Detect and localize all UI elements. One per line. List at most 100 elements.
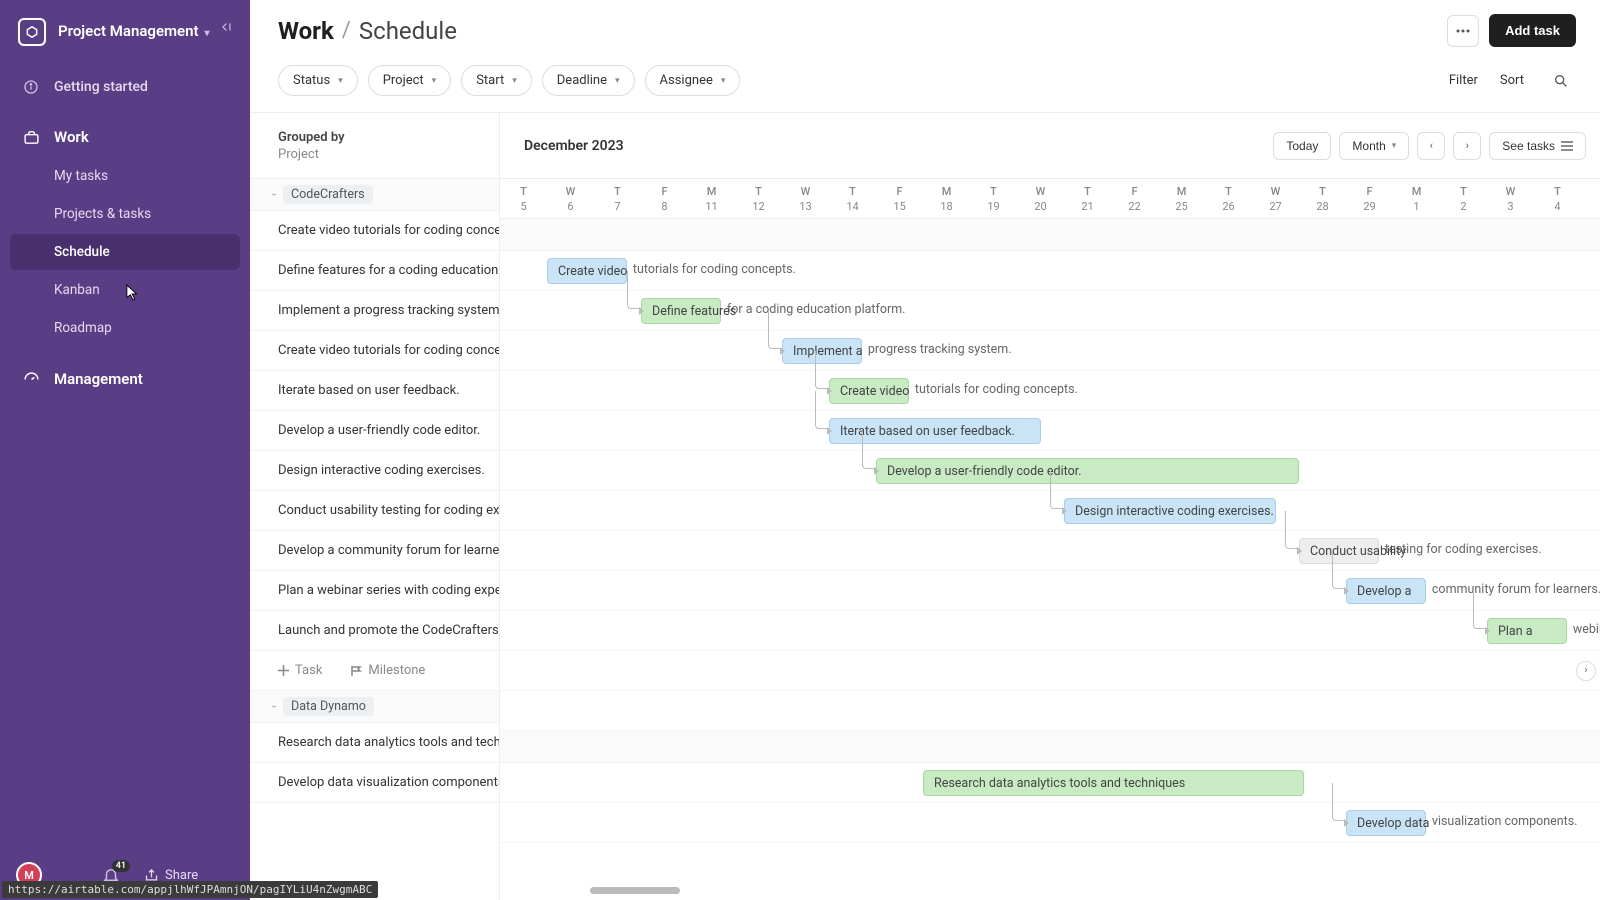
gantt-row: Research data analytics tools and techni… — [500, 763, 1600, 803]
gantt-bar[interactable]: Create video — [547, 258, 627, 284]
sort-button[interactable]: Sort — [1500, 73, 1524, 88]
sidebar-item-label: My tasks — [54, 168, 108, 184]
task-row[interactable]: Create video tutorials for coding concep… — [250, 211, 499, 251]
gantt-row: progress tracking system.Implement a — [500, 331, 1600, 371]
workspace-icon[interactable] — [18, 18, 46, 46]
sidebar-item-schedule[interactable]: Schedule — [10, 234, 240, 270]
gantt-row: Design interactive coding exercises. — [500, 491, 1600, 531]
gantt-row: › — [500, 651, 1600, 691]
chevron-down-icon: ▾ — [338, 76, 343, 86]
task-row[interactable]: Define features for a coding education p… — [250, 251, 499, 291]
task-row[interactable]: Create video tutorials for coding concep… — [250, 331, 499, 371]
chevron-down-icon: ▾ — [1392, 140, 1397, 151]
date-column: M25 — [1158, 179, 1205, 218]
sidebar-item-label: Work — [54, 128, 89, 146]
gantt-row: webinar series with coding experts.Plan … — [500, 611, 1600, 651]
month-label: December 2023 — [524, 138, 624, 154]
gantt-row: tutorials for coding concepts. Create vid… — [500, 251, 1600, 291]
chevron-down-icon: ▾ — [512, 76, 517, 86]
add-milestone-inline[interactable]: Milestone — [350, 663, 425, 678]
gantt-bar[interactable]: Develop a — [1346, 578, 1426, 604]
date-column: W3 — [1487, 179, 1534, 218]
filter-pill-project[interactable]: Project▾ — [368, 65, 452, 96]
search-button[interactable] — [1546, 66, 1576, 96]
dashboard-icon — [22, 370, 40, 388]
date-column: T5 — [500, 179, 547, 218]
chevron-down-icon: › — [268, 705, 279, 708]
grouped-by-value: Project — [278, 147, 499, 162]
gantt-bar-label: for a coding education platform. — [727, 302, 906, 320]
chevron-down-icon: ▾ — [721, 76, 726, 86]
filter-button[interactable]: Filter — [1449, 73, 1478, 88]
task-row[interactable]: Research data analytics tools and techni… — [250, 723, 499, 763]
date-column: T12 — [735, 179, 782, 218]
task-row[interactable]: Design interactive coding exercises. — [250, 451, 499, 491]
ellipsis-icon — [1456, 29, 1470, 33]
task-row[interactable]: Develop data visualization components. — [250, 763, 499, 803]
breadcrumb-root[interactable]: Work — [278, 17, 334, 45]
date-column: F22 — [1111, 179, 1158, 218]
gantt-bar[interactable]: Iterate based on user feedback. — [829, 418, 1041, 444]
gantt-bar[interactable]: Define features — [641, 298, 721, 324]
sidebar-item-roadmap[interactable]: Roadmap — [10, 310, 240, 346]
sidebar-item-getting-started[interactable]: Getting started — [10, 68, 240, 106]
add-task-inline[interactable]: Task — [278, 663, 322, 678]
gantt-bar-label: testing for coding exercises. — [1385, 542, 1542, 560]
prev-period-button[interactable]: ‹ — [1417, 132, 1445, 160]
sidebar-item-management[interactable]: Management — [10, 360, 240, 398]
briefcase-icon — [22, 128, 40, 146]
date-column: T14 — [829, 179, 876, 218]
chevron-down-icon: ▾ — [205, 28, 210, 39]
date-column: M18 — [923, 179, 970, 218]
collapse-sidebar-button[interactable] — [214, 14, 240, 40]
search-icon — [1553, 73, 1569, 89]
gantt-bar[interactable]: Develop data — [1346, 810, 1426, 836]
group-by-selector[interactable]: Grouped by Project — [250, 113, 499, 179]
gantt-bar[interactable]: Design interactive coding exercises. — [1064, 498, 1276, 524]
date-column: W6 — [547, 179, 594, 218]
sidebar-item-label: Schedule — [54, 244, 110, 260]
sidebar-item-my-tasks[interactable]: My tasks — [10, 158, 240, 194]
gantt-bar[interactable]: Develop a user-friendly code editor. — [876, 458, 1299, 484]
more-options-button[interactable] — [1447, 15, 1479, 47]
gantt-bar[interactable]: Research data analytics tools and techni… — [923, 770, 1304, 796]
filter-pill-deadline[interactable]: Deadline▾ — [542, 65, 635, 96]
filter-pill-assignee[interactable]: Assignee▾ — [645, 65, 741, 96]
filter-pill-start[interactable]: Start▾ — [461, 65, 532, 96]
date-column: T28 — [1299, 179, 1346, 218]
list-icon — [1561, 141, 1573, 151]
today-button[interactable]: Today — [1273, 132, 1331, 160]
gantt-bar[interactable]: Plan a — [1487, 618, 1567, 644]
sidebar-item-projects-tasks[interactable]: Projects & tasks — [10, 196, 240, 232]
gantt-row: for a coding education platform. Define f… — [500, 291, 1600, 331]
task-row[interactable]: Develop a user-friendly code editor. — [250, 411, 499, 451]
scroll-right-indicator[interactable]: › — [1576, 661, 1596, 681]
see-tasks-button[interactable]: See tasks — [1489, 132, 1586, 160]
horizontal-scrollbar[interactable] — [590, 887, 680, 894]
workspace-name[interactable]: Project Management▾ — [58, 22, 210, 42]
filter-pill-status[interactable]: Status▾ — [278, 65, 358, 96]
task-row[interactable]: Iterate based on user feedback. — [250, 371, 499, 411]
task-row[interactable]: Conduct usability testing for coding exe… — [250, 491, 499, 531]
date-column: F8 — [641, 179, 688, 218]
task-row[interactable]: Launch and promote the CodeCrafters plat… — [250, 611, 499, 651]
date-column: W13 — [782, 179, 829, 218]
group-header[interactable]: ›CodeCrafters — [250, 179, 499, 211]
chevron-down-icon: › — [268, 193, 279, 196]
date-column: W27 — [1252, 179, 1299, 218]
range-selector[interactable]: Month▾ — [1339, 132, 1409, 160]
gantt-bar-label: tutorials for coding concepts. — [633, 262, 796, 280]
task-row[interactable]: Develop a community forum for learners. — [250, 531, 499, 571]
date-column: F29 — [1346, 179, 1393, 218]
gantt-bar[interactable]: Create video — [829, 378, 909, 404]
sidebar-item-kanban[interactable]: Kanban — [10, 272, 240, 308]
group-header[interactable]: ›Data Dynamo — [250, 691, 499, 723]
next-period-button[interactable]: › — [1453, 132, 1481, 160]
date-column: T21 — [1064, 179, 1111, 218]
task-row[interactable]: Plan a webinar series with coding expert… — [250, 571, 499, 611]
add-task-button[interactable]: Add task — [1489, 14, 1576, 47]
grouped-by-label: Grouped by — [278, 130, 499, 145]
sidebar-item-work[interactable]: Work — [10, 118, 240, 156]
task-row[interactable]: Implement a progress tracking system. — [250, 291, 499, 331]
gantt-row: community forum for learners.Develop a — [500, 571, 1600, 611]
